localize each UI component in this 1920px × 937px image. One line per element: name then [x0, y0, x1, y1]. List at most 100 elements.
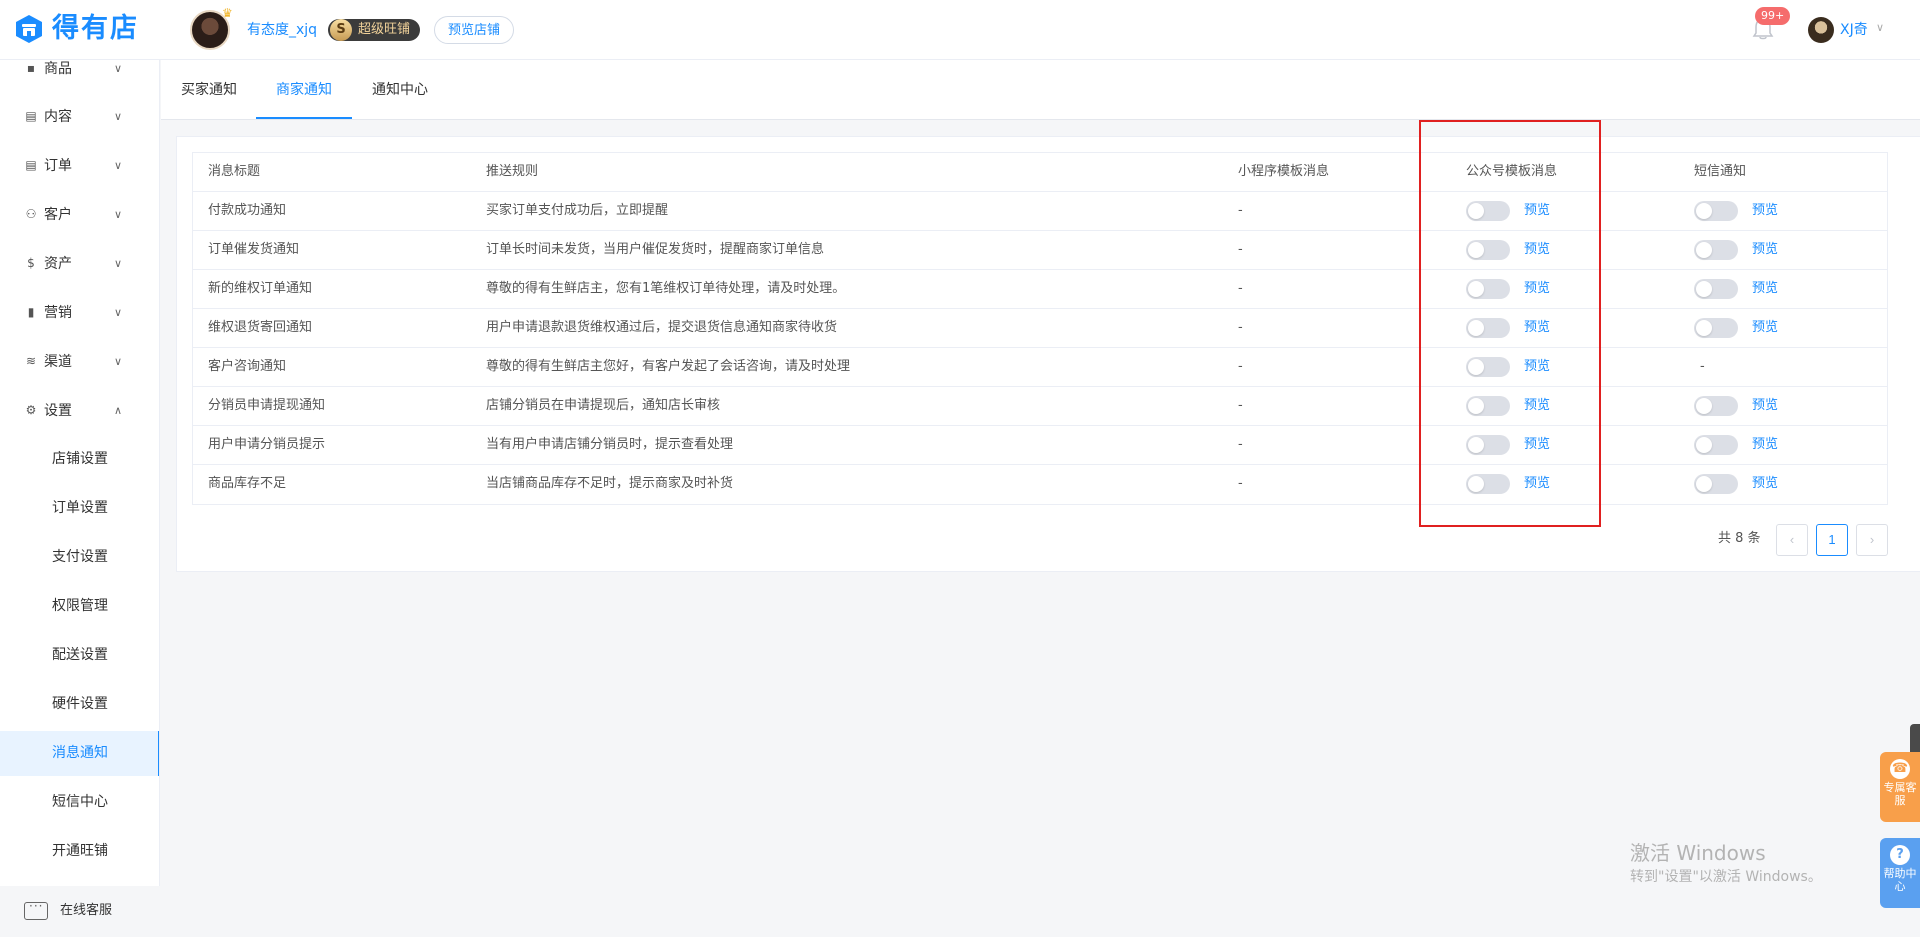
row-mini-program: - — [1238, 437, 1243, 452]
tab-notification-center[interactable]: 通知中心 — [372, 60, 428, 120]
sidebar-item-goods[interactable]: ▪ 商品 ∨ — [0, 60, 159, 88]
tab-buyer-notification[interactable]: 买家通知 — [181, 60, 237, 120]
chevron-down-icon: ∨ — [114, 354, 123, 368]
sms-preview-link[interactable]: 预览 — [1752, 270, 1778, 308]
sms-unavailable: - — [1700, 359, 1705, 374]
sidebar-item-label: 客户 — [44, 207, 72, 223]
sidebar-sub-open-shop[interactable]: 开通旺铺 — [0, 831, 159, 871]
table-row: 用户申请分销员提示 当有用户申请店铺分销员时，提示查看处理 - 预览 预览 — [193, 426, 1887, 465]
logo-text: 得有店 — [52, 13, 139, 44]
goods-icon: ▪ — [26, 61, 36, 75]
pagination-total: 共 8 条 — [1718, 531, 1761, 546]
chevron-down-icon: ∨ — [114, 158, 123, 172]
user-avatar[interactable] — [1808, 17, 1834, 43]
sidebar-sub-label: 消息通知 — [52, 745, 108, 761]
sidebar-item-asset[interactable]: $ 资产 ∨ — [0, 243, 159, 283]
column-header: 短信通知 — [1694, 164, 1747, 179]
headset-icon: ☎ — [1890, 759, 1910, 779]
pagination-page-1[interactable]: 1 — [1816, 524, 1848, 556]
user-name[interactable]: XJ奇 — [1840, 20, 1868, 40]
sms-toggle[interactable] — [1694, 396, 1738, 416]
chevron-down-icon: ∨ — [114, 61, 123, 75]
row-title: 客户咨询通知 — [208, 359, 287, 374]
sms-preview-link[interactable]: 预览 — [1752, 426, 1778, 464]
sms-preview-link[interactable]: 预览 — [1752, 465, 1778, 503]
row-rule: 当店铺商品库存不足时，提示商家及时补货 — [486, 476, 734, 491]
shop-name[interactable]: 有态度_xjq — [247, 20, 317, 40]
sidebar-sub-permission[interactable]: 权限管理 — [0, 586, 159, 626]
chevron-down-icon: ∨ — [114, 305, 123, 319]
preview-shop-button[interactable]: 预览店铺 — [434, 16, 515, 44]
sidebar-item-label: 商品 — [44, 61, 72, 77]
sms-toggle[interactable] — [1694, 318, 1738, 338]
sidebar-sub-delivery-settings[interactable]: 配送设置 — [0, 635, 159, 675]
sidebar-item-channel[interactable]: ≋ 渠道 ∨ — [0, 341, 159, 381]
marketing-icon: ▮ — [27, 305, 35, 319]
column-header: 消息标题 — [208, 164, 261, 179]
sms-toggle[interactable] — [1694, 474, 1738, 494]
sms-preview-link[interactable]: 预览 — [1752, 309, 1778, 347]
sidebar-sub-sms-center[interactable]: 短信中心 — [0, 782, 159, 822]
online-service-bar[interactable]: 在线客服 — [0, 886, 160, 937]
sidebar-sub-label: 店铺设置 — [52, 451, 108, 467]
chevron-down-icon: ∨ — [114, 109, 123, 123]
help-center-button[interactable]: ? 帮助中心 — [1880, 838, 1920, 908]
logo[interactable]: 得有店 — [14, 12, 139, 46]
sidebar-sub-message-notification[interactable]: 消息通知 — [0, 731, 159, 776]
sidebar-sub-order-settings[interactable]: 订单设置 — [0, 488, 159, 528]
chevron-down-icon: ∨ — [114, 207, 123, 221]
table-row: 付款成功通知 买家订单支付成功后，立即提醒 - 预览 预览 — [193, 192, 1887, 231]
tab-merchant-notification[interactable]: 商家通知 — [276, 60, 332, 120]
sms-toggle[interactable] — [1694, 435, 1738, 455]
sidebar-item-label: 营销 — [44, 305, 72, 321]
sidebar-sub-label: 订单设置 — [52, 500, 108, 516]
sms-toggle[interactable] — [1694, 240, 1738, 260]
pagination-next-button[interactable]: › — [1856, 524, 1888, 556]
sms-preview-link[interactable]: 预览 — [1752, 231, 1778, 269]
sidebar-sub-shop-settings[interactable]: 店铺设置 — [0, 439, 159, 479]
row-mini-program: - — [1238, 320, 1243, 335]
row-mini-program: - — [1238, 398, 1243, 413]
notification-badge: 99+ — [1755, 7, 1791, 25]
exclusive-service-button[interactable]: ☎ 专属客服 — [1880, 752, 1920, 822]
sidebar-sub-hardware-settings[interactable]: 硬件设置 — [0, 684, 159, 724]
sidebar-item-order[interactable]: ▤ 订单 ∨ — [0, 145, 159, 185]
row-rule: 订单长时间未发货，当用户催促发货时，提醒商家订单信息 — [486, 242, 825, 257]
pagination-prev-button[interactable]: ‹ — [1776, 524, 1808, 556]
row-mini-program: - — [1238, 203, 1243, 218]
sms-toggle[interactable] — [1694, 201, 1738, 221]
super-shop-badge: S 超级旺铺 — [328, 19, 421, 41]
sidebar-item-content[interactable]: ▤ 内容 ∨ — [0, 96, 159, 136]
column-header: 小程序模板消息 — [1238, 164, 1330, 179]
table-row: 订单催发货通知 订单长时间未发货，当用户催促发货时，提醒商家订单信息 - 预览 预览 — [193, 231, 1887, 270]
row-rule: 尊敬的得有生鲜店主您好，有客户发起了会话咨询，请及时处理 — [486, 359, 851, 374]
sidebar-sub-payment-settings[interactable]: 支付设置 — [0, 537, 159, 577]
sidebar-item-label: 设置 — [44, 403, 72, 419]
chevron-down-icon[interactable]: ∨ — [1876, 21, 1884, 34]
settings-icon: ⚙ — [25, 403, 37, 417]
windows-activation-hint: 转到"设置"以激活 Windows。 — [1630, 869, 1822, 885]
sidebar-item-customer[interactable]: ⚇ 客户 ∨ — [0, 194, 159, 234]
question-icon: ? — [1890, 845, 1910, 865]
sms-toggle[interactable] — [1694, 279, 1738, 299]
chat-icon — [24, 899, 48, 920]
row-rule: 买家订单支付成功后，立即提醒 — [486, 203, 669, 218]
sidebar-item-settings[interactable]: ⚙ 设置 ∧ — [0, 390, 159, 430]
table-row: 分销员申请提现通知 店铺分销员在申请提现后，通知店长审核 - 预览 预览 — [193, 387, 1887, 426]
sms-preview-link[interactable]: 预览 — [1752, 192, 1778, 230]
active-tab-indicator — [256, 117, 352, 119]
sidebar-sub-label: 支付设置 — [52, 549, 108, 565]
table-row: 商品库存不足 当店铺商品库存不足时，提示商家及时补货 - 预览 预览 — [193, 465, 1887, 504]
notification-tabs: 买家通知 商家通知 通知中心 — [161, 60, 1920, 120]
sidebar-sub-label: 硬件设置 — [52, 696, 108, 712]
sms-preview-link[interactable]: 预览 — [1752, 387, 1778, 425]
row-title: 订单催发货通知 — [208, 242, 300, 257]
crown-icon: ♛ — [222, 6, 233, 20]
row-title: 分销员申请提现通知 — [208, 398, 326, 413]
row-rule: 用户申请退款退货维权通过后，提交退货信息通知商家待收货 — [486, 320, 838, 335]
table-row: 新的维权订单通知 尊敬的得有生鲜店主，您有1笔维权订单待处理，请及时处理。 - 预览预… — [193, 270, 1887, 309]
sidebar-item-marketing[interactable]: ▮ 营销 ∨ — [0, 292, 159, 332]
sidebar-sub-label: 开通旺铺 — [52, 843, 108, 859]
shop-logo-icon — [16, 15, 42, 43]
exclusive-service-label: 专属客服 — [1883, 781, 1917, 807]
